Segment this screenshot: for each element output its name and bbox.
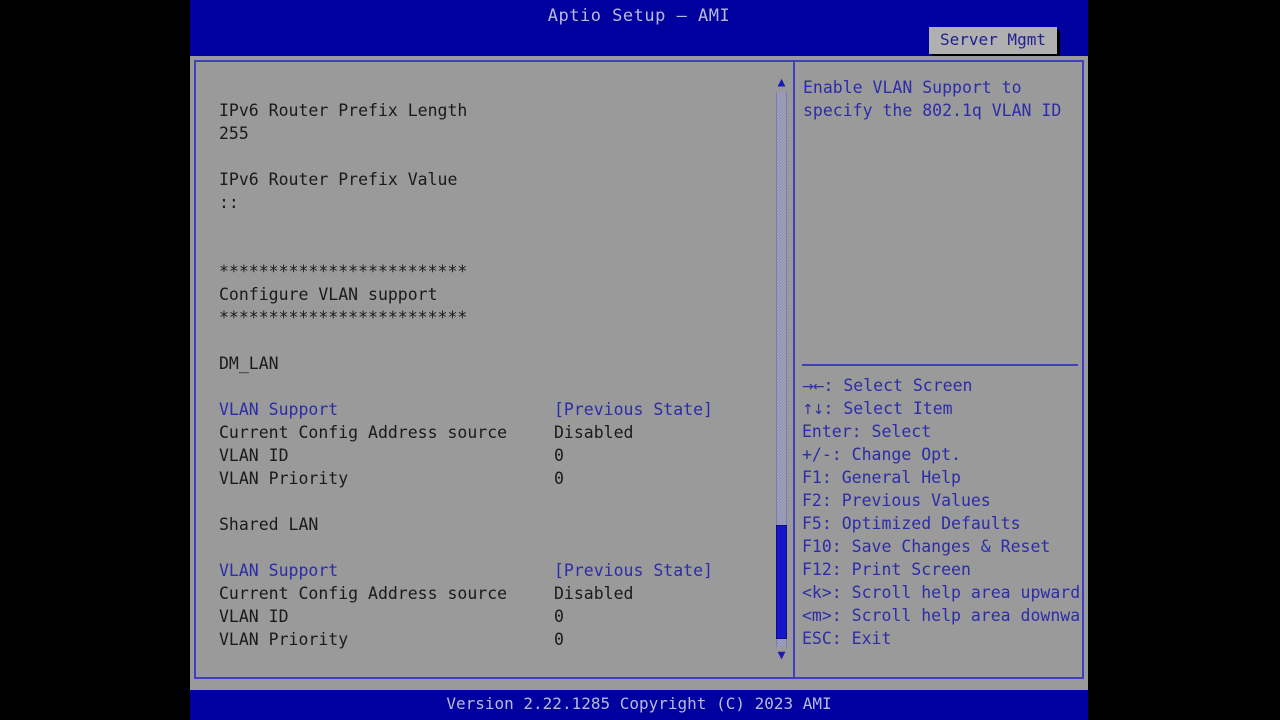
key-legend-label: : Select Item: [823, 399, 953, 418]
tab-server-mgmt[interactable]: Server Mgmt: [929, 27, 1057, 54]
settings-list: IPv6 Router Prefix Length 255 IPv6 Router …: [196, 62, 782, 677]
setting-label: Configure VLAN support: [219, 285, 438, 304]
help-pane: Enable VLAN Support to specify the 802.1…: [796, 62, 1082, 677]
setting-row: IPv6 Router Prefix Length: [196, 99, 782, 122]
setting-label: IPv6 Router Prefix Length: [219, 101, 468, 120]
bios-viewport: Aptio Setup – AMI Server Mgmt IPv6 Route…: [190, 0, 1088, 720]
setting-label: VLAN Support: [219, 400, 339, 419]
scroll-up-arrow-icon[interactable]: ▲: [775, 76, 788, 90]
setting-label: Shared LAN: [219, 515, 319, 534]
version-text: Version 2.22.1285 Copyright (C) 2023 AMI: [446, 694, 832, 713]
key-legend-item: F12: Print Screen: [802, 558, 1082, 581]
setting-row: VLAN ID 0: [196, 444, 782, 467]
key-legend-label: Enter: Select: [802, 422, 932, 441]
scroll-down-arrow-icon[interactable]: ▼: [775, 649, 788, 663]
setting-value: 0: [554, 469, 564, 488]
setting-row: ::: [196, 191, 782, 214]
key-legend-label: F1: General Help: [802, 468, 961, 487]
setting-label: *************************: [219, 308, 468, 327]
setting-value: Disabled: [554, 584, 634, 603]
key-legend-label: F5: Optimized Defaults: [802, 514, 1021, 533]
key-legend-item: →←: Select Screen: [802, 374, 1082, 397]
key-legend-item: F10: Save Changes & Reset: [802, 535, 1082, 558]
key-legend: →←: Select Screen ↑↓: Select Item Enter: S…: [802, 374, 1082, 650]
setting-row: Shared LAN: [196, 513, 782, 536]
setting-row-selectable[interactable]: VLAN Support [Previous State]: [196, 398, 782, 421]
key-legend-item: F1: General Help: [802, 466, 1082, 489]
page-title: Aptio Setup – AMI: [547, 6, 731, 26]
setting-row: VLAN ID 0: [196, 605, 782, 628]
help-description: Enable VLAN Support to specify the 802.1…: [803, 78, 1062, 120]
setting-label: DM_LAN: [219, 354, 279, 373]
key-legend-item: ↑↓: Select Item: [802, 397, 1082, 420]
scrollbar-thumb[interactable]: [776, 525, 787, 639]
setting-row: *************************: [196, 260, 782, 283]
setting-row: 255: [196, 122, 782, 145]
setting-row: Current Config Address source Disabled: [196, 582, 782, 605]
key-legend-item: <k>: Scroll help area upwards: [802, 581, 1082, 604]
setting-label: VLAN Priority: [219, 469, 349, 488]
key-legend-item: ESC: Exit: [802, 627, 1082, 650]
setting-label: *************************: [219, 262, 468, 281]
key-legend-label: : Select Screen: [823, 376, 973, 395]
setting-label: VLAN Support: [219, 561, 339, 580]
setting-value: 0: [554, 630, 564, 649]
setting-row: Current Config Address source Disabled: [196, 421, 782, 444]
key-legend-item: Enter: Select: [802, 420, 1082, 443]
setting-value[interactable]: [Previous State]: [554, 559, 713, 582]
settings-scrollbar[interactable]: ▲ ▼: [774, 76, 789, 663]
setting-label: Current Config Address source: [219, 423, 508, 442]
key-legend-label: <m>: Scroll help area downwards: [802, 606, 1082, 625]
setting-row-selectable[interactable]: VLAN Support [Previous State]: [196, 559, 782, 582]
help-separator: [802, 364, 1078, 366]
key-legend-label: F12: Print Screen: [802, 560, 971, 579]
setting-row: Configure VLAN support: [196, 283, 782, 306]
setting-row: IPv6 Router Prefix Value: [196, 168, 782, 191]
footer-bar: Version 2.22.1285 Copyright (C) 2023 AMI: [190, 690, 1088, 720]
setting-label: ::: [219, 193, 239, 212]
key-legend-item: <m>: Scroll help area downwards: [802, 604, 1082, 627]
setting-row: VLAN Priority 0: [196, 628, 782, 651]
setting-label: 255: [219, 124, 249, 143]
bios-screen: Aptio Setup – AMI Server Mgmt IPv6 Route…: [0, 0, 1280, 720]
setting-label: IPv6 Router Prefix Value: [219, 170, 458, 189]
setting-label: VLAN Priority: [219, 630, 349, 649]
setting-row: VLAN Priority 0: [196, 467, 782, 490]
key-legend-item: F2: Previous Values: [802, 489, 1082, 512]
setting-value[interactable]: [Previous State]: [554, 398, 713, 421]
key-legend-label: <k>: Scroll help area upwards: [802, 583, 1082, 602]
arrow-keys-icon: ↑↓: [802, 402, 824, 418]
setting-value: 0: [554, 446, 564, 465]
main-panel: IPv6 Router Prefix Length 255 IPv6 Router …: [194, 60, 1084, 679]
key-legend-item: +/-: Change Opt.: [802, 443, 1082, 466]
setting-value: Disabled: [554, 423, 634, 442]
setting-value: 0: [554, 607, 564, 626]
key-legend-label: F10: Save Changes & Reset: [802, 537, 1051, 556]
key-legend-item: F5: Optimized Defaults: [802, 512, 1082, 535]
arrow-keys-icon: →←: [802, 379, 824, 395]
panel-divider: [793, 62, 795, 677]
setting-label: Current Config Address source: [219, 584, 508, 603]
key-legend-label: F2: Previous Values: [802, 491, 991, 510]
key-legend-label: +/-: Change Opt.: [802, 445, 961, 464]
setting-row: *************************: [196, 306, 782, 329]
setting-label: VLAN ID: [219, 446, 289, 465]
setting-label: VLAN ID: [219, 607, 289, 626]
key-legend-label: ESC: Exit: [802, 629, 892, 648]
setting-row: DM_LAN: [196, 352, 782, 375]
